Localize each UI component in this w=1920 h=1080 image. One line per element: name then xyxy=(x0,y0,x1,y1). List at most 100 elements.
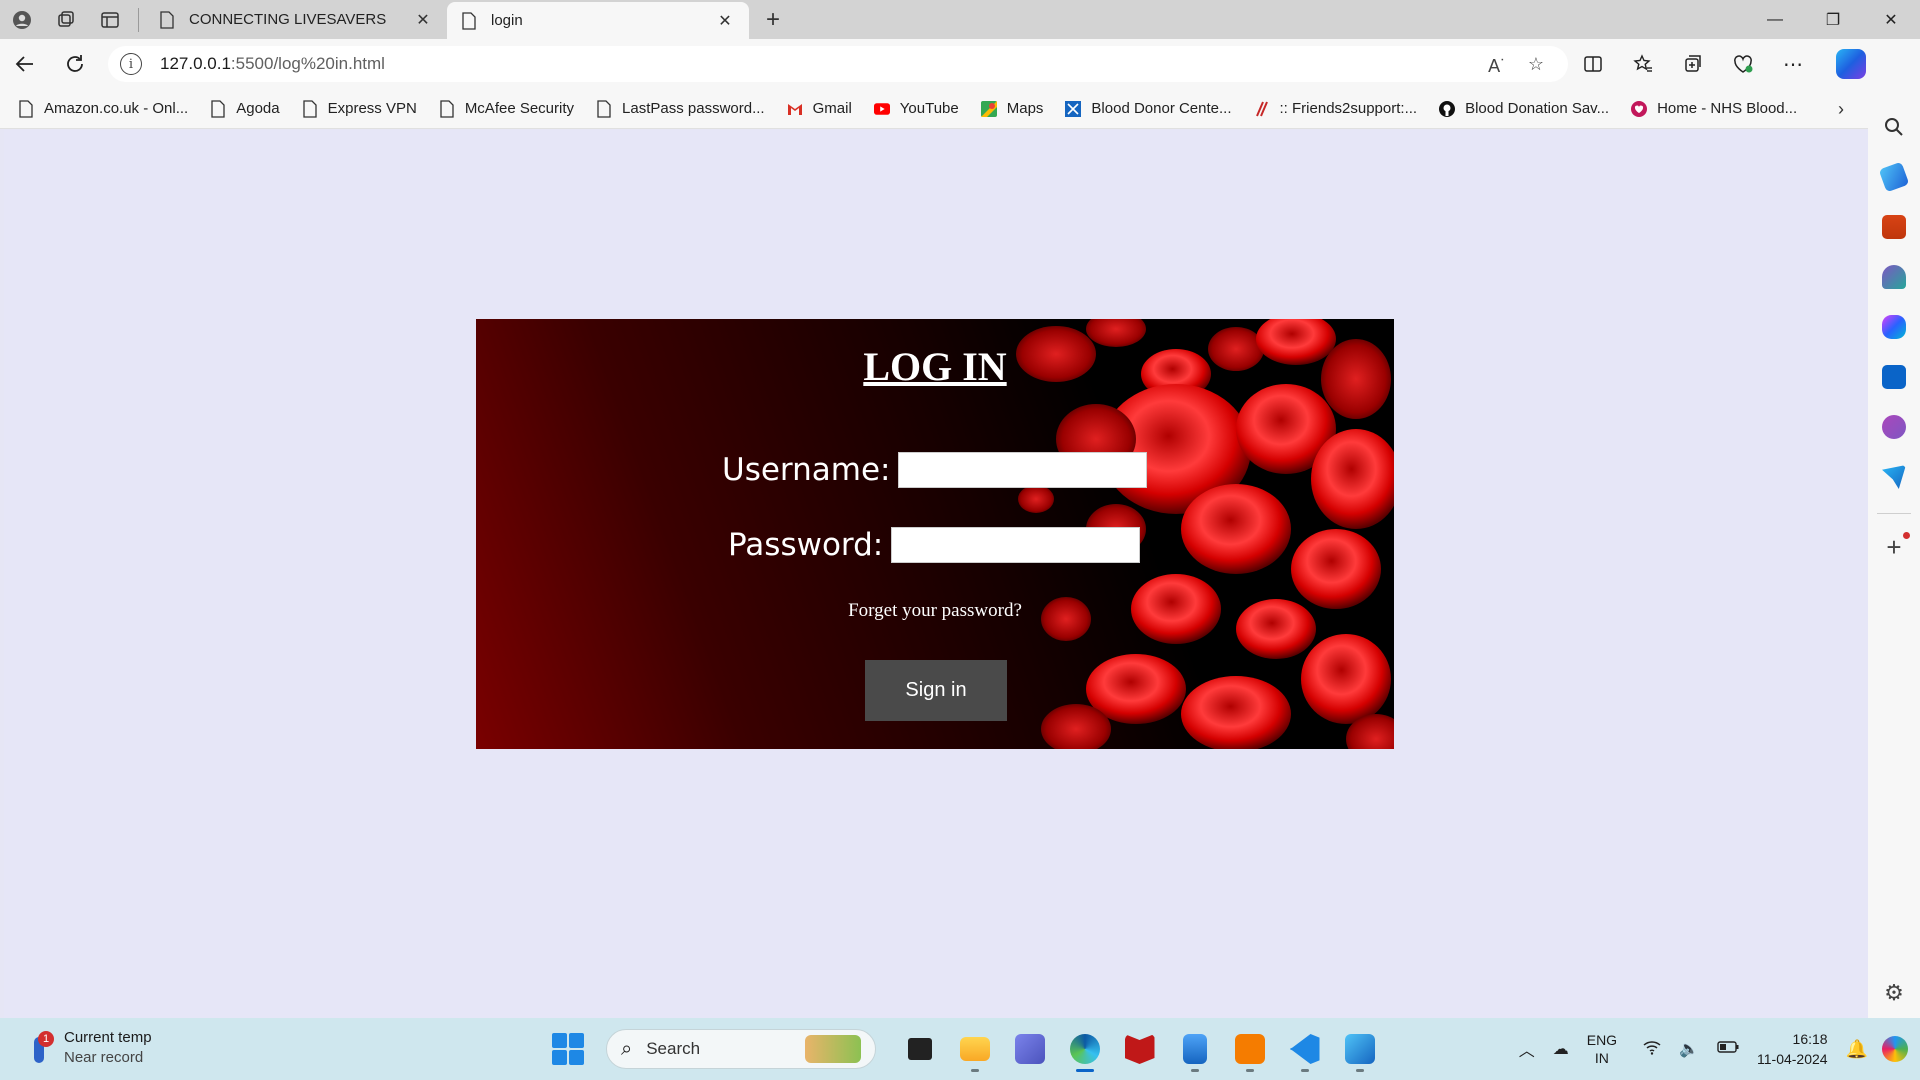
mcafee-icon[interactable] xyxy=(1112,1026,1167,1072)
photos-icon[interactable] xyxy=(1332,1026,1387,1072)
language-indicator[interactable]: ENG IN xyxy=(1587,1031,1617,1067)
weather-subtitle: Near record xyxy=(64,1049,144,1066)
windows-start-icon[interactable] xyxy=(552,1033,584,1065)
bookmark-blood-donor-centre[interactable]: Blood Donor Cente... xyxy=(1065,100,1232,118)
bookmark-youtube[interactable]: YouTube xyxy=(873,100,959,118)
maps-icon xyxy=(980,100,997,117)
close-tab-icon[interactable]: ✕ xyxy=(413,10,433,30)
microsoft-365-icon[interactable] xyxy=(1882,315,1906,339)
bookmark-nhs-blood[interactable]: Home - NHS Blood... xyxy=(1631,100,1797,118)
taskbar-search-placeholder: Search xyxy=(646,1039,701,1058)
workspaces-icon[interactable] xyxy=(44,0,88,39)
forgot-password-link[interactable]: Forget your password? xyxy=(476,600,1394,622)
tab-login[interactable]: login ✕ xyxy=(447,2,749,39)
browser-toolbar: i 127.0.0.1:5500/log%20in.html Aᐧ ☆ ⋯ xyxy=(0,39,1920,89)
battery-icon[interactable] xyxy=(1717,1040,1739,1058)
restore-button[interactable]: ❐ xyxy=(1804,0,1862,39)
bookmarks-overflow-chevron-icon[interactable]: › xyxy=(1838,99,1844,120)
tab-title: login xyxy=(491,12,523,29)
file-explorer-icon[interactable] xyxy=(947,1026,1002,1072)
more-menu-icon[interactable]: ⋯ xyxy=(1768,44,1818,84)
bookmark-label: Express VPN xyxy=(327,100,417,117)
send-icon[interactable] xyxy=(1882,465,1906,489)
notification-bell-icon[interactable]: 🔔 xyxy=(1846,1039,1868,1060)
site-info-icon[interactable]: i xyxy=(120,53,142,75)
address-bar[interactable]: i 127.0.0.1:5500/log%20in.html Aᐧ ☆ xyxy=(108,46,1568,82)
bookmark-label: Home - NHS Blood... xyxy=(1657,100,1798,117)
language-line2: IN xyxy=(1594,1050,1609,1066)
search-icon[interactable] xyxy=(1882,115,1906,139)
bookmark-blood-donation[interactable]: Blood Donation Sav... xyxy=(1439,100,1609,118)
clock-time: 16:18 xyxy=(1792,1031,1828,1047)
close-window-button[interactable]: ✕ xyxy=(1862,0,1920,39)
teams-icon[interactable] xyxy=(1002,1026,1057,1072)
browser-essentials-icon[interactable] xyxy=(1718,44,1768,84)
taskbar-search-box[interactable]: ⌕ Search xyxy=(606,1029,876,1069)
favorite-star-icon[interactable]: ☆ xyxy=(1516,54,1556,75)
shopping-tag-icon[interactable] xyxy=(1878,161,1910,193)
password-input[interactable] xyxy=(891,527,1141,563)
login-card: LOG IN Username: Password: Forget your p… xyxy=(476,319,1394,749)
split-screen-icon[interactable] xyxy=(1568,44,1618,84)
page-icon xyxy=(211,99,225,118)
page-icon xyxy=(597,99,611,118)
bookmark-maps[interactable]: Maps xyxy=(980,100,1043,118)
wifi-icon[interactable] xyxy=(1643,1039,1661,1060)
volume-icon[interactable]: 🔈 xyxy=(1679,1039,1699,1059)
close-tab-icon[interactable]: ✕ xyxy=(715,11,735,31)
outlook-icon[interactable] xyxy=(1882,365,1906,389)
tab-divider xyxy=(138,7,139,32)
read-aloud-icon[interactable]: Aᐧ xyxy=(1476,51,1516,77)
username-label: Username: xyxy=(722,452,891,488)
url-text[interactable]: 127.0.0.1:5500/log%20in.html xyxy=(160,54,1476,74)
bookmark-amazon[interactable]: Amazon.co.uk - Onl... xyxy=(18,99,188,118)
sidebar-settings-gear-icon[interactable]: ⚙ xyxy=(1884,980,1904,1006)
bookmark-label: YouTube xyxy=(899,100,959,117)
vscode-icon[interactable] xyxy=(1277,1026,1332,1072)
edge-browser-icon[interactable] xyxy=(1057,1026,1112,1072)
notepad-icon[interactable] xyxy=(1167,1026,1222,1072)
bookmark-express-vpn[interactable]: Express VPN xyxy=(302,99,417,118)
clock-date: 11-04-2024 xyxy=(1757,1051,1828,1067)
bookmark-label: :: Friends2support:... xyxy=(1279,100,1418,117)
bookmark-label: Blood Donation Sav... xyxy=(1465,100,1610,117)
username-row: Username: xyxy=(722,452,1148,488)
bookmark-label: Gmail xyxy=(812,100,852,117)
username-input[interactable] xyxy=(898,452,1148,488)
page-icon xyxy=(440,99,454,118)
games-icon[interactable] xyxy=(1882,265,1906,289)
favorites-icon[interactable] xyxy=(1618,44,1668,84)
page-icon xyxy=(302,99,317,118)
url-host: 127.0.0.1 xyxy=(160,54,231,73)
copilot-icon[interactable] xyxy=(1836,49,1866,79)
profile-icon[interactable] xyxy=(0,0,44,39)
page-icon xyxy=(462,11,476,30)
copilot-preview-icon[interactable] xyxy=(1882,1036,1908,1062)
show-hidden-icons-chevron-icon[interactable]: ︿ xyxy=(1519,1037,1535,1061)
minimize-button[interactable]: — xyxy=(1746,0,1804,39)
search-highlight-image xyxy=(805,1035,861,1063)
bookmark-gmail[interactable]: Gmail xyxy=(787,100,852,118)
bookmark-label: Blood Donor Cente... xyxy=(1091,100,1232,117)
bookmark-friends2support[interactable]: :: Friends2support:... xyxy=(1254,100,1418,118)
bookmark-agoda[interactable]: Agoda xyxy=(210,99,280,118)
sign-in-button[interactable]: Sign in xyxy=(865,660,1007,721)
weather-widget[interactable]: 1 Current temp Near record xyxy=(28,1028,152,1068)
new-tab-button[interactable]: + xyxy=(749,0,797,39)
tools-icon[interactable] xyxy=(1882,215,1906,239)
task-view-icon[interactable] xyxy=(892,1026,947,1072)
back-button[interactable] xyxy=(0,44,50,84)
designer-icon[interactable] xyxy=(1882,415,1906,439)
xampp-icon[interactable] xyxy=(1222,1026,1277,1072)
url-path: :5500/log%20in.html xyxy=(230,54,385,73)
tab-strip: CONNECTING LIVESAVERS ✕ login ✕ + — ❐ ✕ xyxy=(0,0,1920,39)
onedrive-cloud-icon[interactable]: ☁ xyxy=(1553,1039,1569,1059)
collections-icon[interactable] xyxy=(1668,44,1718,84)
tab-connecting-livesavers[interactable]: CONNECTING LIVESAVERS ✕ xyxy=(145,0,447,39)
vertical-tabs-icon[interactable] xyxy=(88,0,132,39)
clock[interactable]: 16:18 11-04-2024 xyxy=(1757,1029,1828,1069)
refresh-button[interactable] xyxy=(50,44,100,84)
bookmark-mcafee[interactable]: McAfee Security xyxy=(439,99,574,118)
bookmark-lastpass[interactable]: LastPass password... xyxy=(596,99,765,118)
add-sidebar-app-icon[interactable]: + xyxy=(1886,532,1910,563)
